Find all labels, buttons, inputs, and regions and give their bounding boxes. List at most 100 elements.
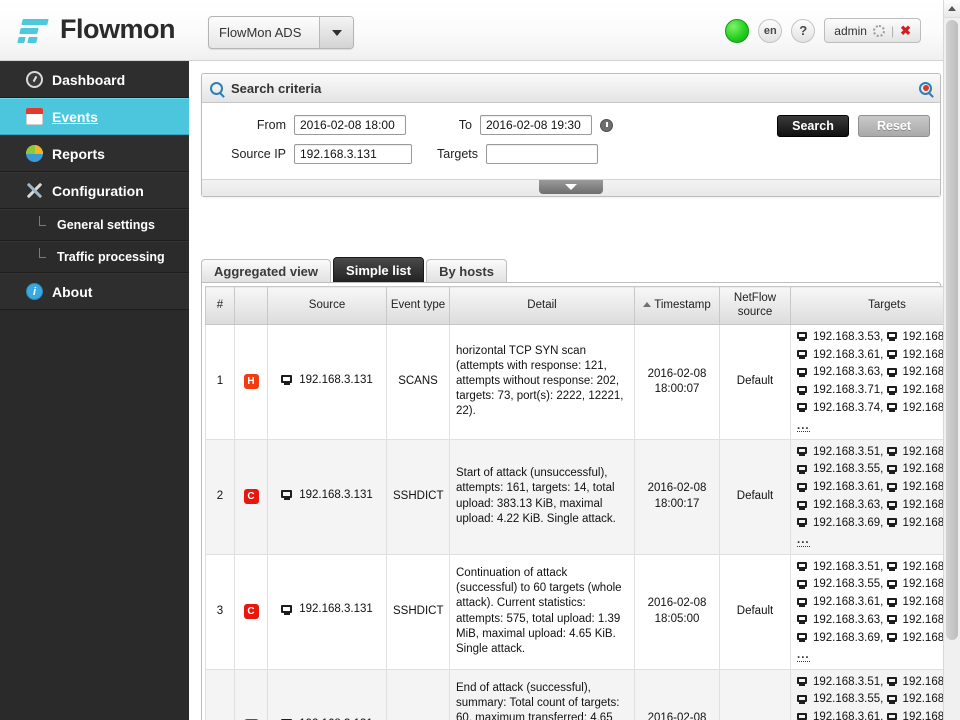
host-monitor-icon [797, 562, 809, 572]
tab-by-hosts[interactable]: By hosts [426, 259, 507, 283]
host-monitor-icon [797, 633, 809, 643]
magnifier-red-icon[interactable] [919, 81, 932, 95]
top-header-bar: Flowmon FlowMon ADS en ? admin | ✖ [0, 0, 943, 61]
targets-input[interactable] [486, 144, 598, 164]
dashboard-gauge-icon [26, 71, 43, 88]
host-monitor-icon [886, 403, 899, 413]
user-name: admin [834, 23, 867, 38]
table-row[interactable]: 1 H 192.168.3.131 SCANS horizontal TCP S… [205, 323, 960, 440]
table-row[interactable]: 4 C 192.168.3.131 SSHDICT End of attack … [205, 668, 960, 720]
scrollbar-thumb[interactable] [946, 20, 958, 640]
sidebar-item-dashboard[interactable]: Dashboard [0, 61, 189, 98]
clock-icon[interactable] [600, 118, 613, 132]
host-monitor-icon [886, 385, 899, 396]
vertical-scrollbar[interactable] [943, 0, 960, 720]
targets-more-link[interactable]: ... [797, 534, 810, 547]
target-ip: 192.168.3.63, [813, 366, 884, 379]
from-label: From [256, 118, 286, 132]
tab-aggregated-view[interactable]: Aggregated view [201, 259, 332, 283]
search-panel-title: Search criteria [231, 80, 322, 96]
collapse-panel-button[interactable] [539, 180, 603, 194]
cell-netflow-source: Default [719, 438, 791, 555]
cell-number: 2 [205, 438, 235, 555]
source-ip-value: 192.168.3.131 [299, 603, 373, 616]
scroll-up-button[interactable] [944, 0, 960, 18]
host-monitor-icon [797, 403, 809, 413]
host-monitor-icon [886, 677, 899, 687]
target-ip: 192.168.3.63, [813, 498, 884, 511]
magnifier-icon [210, 81, 223, 95]
application-selector-dropdown[interactable]: FlowMon ADS [208, 16, 354, 49]
to-input[interactable] [480, 115, 592, 135]
target-ip: 192.168.3.69, [813, 516, 884, 529]
configuration-tools-icon [26, 182, 43, 199]
sidebar-item-label: About [52, 283, 93, 300]
column-header-detail[interactable]: Detail [449, 286, 635, 325]
table-row[interactable]: 3 C 192.168.3.131 SSHDICT Continuation o… [205, 553, 960, 670]
sidebar-item-configuration[interactable]: Configuration [0, 172, 189, 209]
sidebar-item-reports[interactable]: Reports [0, 135, 189, 172]
column-header-targets[interactable]: Targets [790, 286, 960, 325]
host-monitor-icon [281, 489, 294, 501]
host-monitor-icon [797, 518, 809, 528]
host-monitor-icon [797, 385, 809, 396]
source-ip-input[interactable] [294, 144, 412, 164]
language-button[interactable]: en [758, 18, 783, 43]
cell-source: 192.168.3.131 [267, 553, 387, 670]
target-ip: 192.168.3.63, [813, 613, 884, 626]
sidebar-item-events[interactable]: Events [0, 98, 189, 135]
target-ip: 192.168.3.55, [813, 693, 884, 706]
host-monitor-icon [886, 447, 899, 457]
events-table-head: # Source Event type Detail Timestamp Net… [205, 286, 960, 325]
sidebar-item-label: Reports [52, 145, 105, 162]
cell-number: 1 [205, 323, 235, 440]
host-monitor-icon [886, 633, 899, 643]
column-header-severity[interactable] [234, 286, 268, 325]
tab-simple-list[interactable]: Simple list [333, 257, 425, 283]
table-row[interactable]: 2 C 192.168.3.131 SSHDICT Start of attac… [205, 438, 960, 555]
cell-targets: 192.168.3.51, 192.168.3.53, 192.168.3.55… [790, 668, 960, 720]
column-header-timestamp[interactable]: Timestamp [634, 286, 720, 325]
sidebar-navigation: Dashboard Events Reports Configuration G… [0, 61, 189, 720]
host-monitor-icon [886, 615, 899, 625]
user-menu[interactable]: admin | ✖ [824, 18, 921, 43]
cell-netflow-source: Default [719, 668, 791, 720]
close-x-icon[interactable]: ✖ [900, 23, 911, 39]
cell-event-type: SSHDICT [386, 553, 450, 670]
sidebar-item-traffic-processing[interactable]: Traffic processing [0, 241, 189, 273]
column-header-event-type[interactable]: Event type [386, 286, 450, 325]
cell-timestamp: 2016-02-08 18:00:17 [634, 438, 720, 555]
chevron-down-icon[interactable] [319, 17, 353, 48]
reset-button[interactable]: Reset [858, 115, 930, 137]
host-monitor-icon [797, 712, 809, 720]
host-monitor-icon [886, 350, 899, 360]
column-header-number[interactable]: # [205, 286, 235, 325]
target-ip: 192.168.3.61, [813, 711, 884, 720]
host-monitor-icon [797, 694, 809, 705]
host-monitor-icon [886, 482, 899, 493]
status-badge: H [243, 374, 259, 390]
targets-more-link[interactable]: ... [797, 420, 810, 432]
host-monitor-icon [281, 374, 294, 386]
cell-event-type: SSHDICT [386, 438, 450, 555]
source-ip-label: Source IP [231, 147, 286, 161]
host-monitor-icon [886, 694, 899, 705]
column-header-netflow-source[interactable]: NetFlow source [719, 286, 791, 325]
sidebar-item-general-settings[interactable]: General settings [0, 209, 189, 241]
targets-more-link[interactable]: ... [797, 649, 810, 662]
cell-event-type: SCANS [386, 323, 450, 440]
column-header-source[interactable]: Source [267, 286, 387, 325]
sidebar-item-about[interactable]: i About [0, 273, 189, 310]
host-monitor-icon [797, 615, 809, 625]
user-menu-separator: | [890, 23, 895, 38]
gear-icon[interactable] [872, 24, 885, 37]
search-button[interactable]: Search [777, 115, 849, 137]
target-ip: 192.168.3.51, [813, 675, 884, 688]
target-ip: 192.168.3.69, [813, 631, 884, 644]
host-monitor-icon [797, 465, 809, 475]
column-header-timestamp-label: Timestamp [654, 299, 711, 312]
chevron-down-icon [565, 184, 577, 190]
cell-source: 192.168.3.131 [267, 668, 387, 720]
help-button[interactable]: ? [791, 18, 816, 43]
from-input[interactable] [294, 115, 406, 135]
